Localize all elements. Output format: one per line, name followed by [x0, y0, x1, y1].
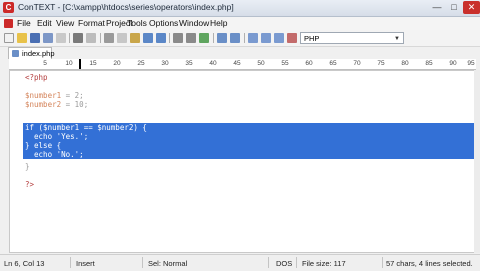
print-preview-icon[interactable]: [86, 33, 96, 43]
menu-view[interactable]: View: [56, 18, 74, 28]
menu-file[interactable]: File: [17, 18, 31, 28]
vertical-scrollbar[interactable]: [474, 70, 480, 253]
status-selection-mode: Sel: Normal: [148, 259, 188, 268]
tab-index-php[interactable]: index.php: [8, 47, 55, 59]
highlighter-value: PHP: [304, 34, 320, 43]
menu-edit[interactable]: Edit: [37, 18, 52, 28]
code-variable: $number2: [25, 100, 62, 109]
status-separator: [382, 257, 383, 268]
ruler-mark: 75: [377, 60, 385, 67]
minimize-button[interactable]: —: [429, 1, 445, 14]
undo-icon[interactable]: [143, 33, 153, 43]
chevron-down-icon[interactable]: ▼: [394, 33, 400, 45]
ruler-caret: [79, 59, 81, 69]
code-variable: $number1: [25, 91, 62, 100]
code-line-7: echo 'Yes.';: [25, 132, 89, 141]
status-line-format: DOS: [276, 259, 293, 268]
file-icon: [12, 50, 19, 57]
new-file-icon[interactable]: [4, 33, 14, 43]
ruler-mark: 90: [449, 60, 457, 67]
code-text: = 2;: [61, 91, 84, 100]
code-line-9: echo 'No.';: [25, 150, 84, 159]
status-position: Ln 6, Col 13: [4, 259, 45, 268]
user-command-2-icon[interactable]: [261, 33, 271, 43]
toolbar-separator: [244, 33, 245, 43]
title-bar: C ConTEXT - [C:\xampp\htdocs\series\oper…: [0, 0, 480, 17]
status-separator: [142, 257, 143, 268]
ruler-mark: 45: [233, 60, 241, 67]
menu-bar: File Edit View Format Project Tools Opti…: [0, 17, 480, 30]
toolbar-separator: [100, 33, 101, 43]
code-line-6: if ($number1 == $number2) {: [25, 123, 147, 132]
menu-help[interactable]: Help: [210, 18, 227, 28]
ruler-mark: 55: [281, 60, 289, 67]
tab-label: index.php: [22, 49, 55, 58]
save-icon[interactable]: [30, 33, 40, 43]
document-icon[interactable]: [4, 19, 13, 28]
ruler-mark: 80: [401, 60, 409, 67]
ruler-mark: 35: [185, 60, 193, 67]
app-icon: C: [3, 2, 14, 13]
ruler-mark: 70: [353, 60, 361, 67]
code-editor[interactable]: <?php $number1 = 2; $number2 = 10; if ($…: [9, 70, 476, 253]
code-line-3: $number1 = 2;: [25, 91, 84, 100]
ruler-mark: 20: [113, 60, 121, 67]
toolbar-separator: [169, 33, 170, 43]
replace-icon[interactable]: [199, 33, 209, 43]
user-command-3-icon[interactable]: [274, 33, 284, 43]
code-text: = 10;: [61, 100, 89, 109]
paste-icon[interactable]: [130, 33, 140, 43]
status-selected-info: 57 chars, 4 lines selected.: [386, 259, 473, 268]
user-command-icon[interactable]: [248, 33, 258, 43]
code-line-1: <?php: [25, 73, 48, 82]
print-icon[interactable]: [73, 33, 83, 43]
close-button[interactable]: ✕: [463, 1, 480, 14]
cut-icon[interactable]: [104, 33, 114, 43]
menu-window[interactable]: Window: [179, 18, 209, 28]
toolbar: PHP ▼: [0, 30, 480, 47]
status-file-size: File size: 117: [302, 259, 346, 268]
status-insert-mode: Insert: [76, 259, 95, 268]
ruler-mark: 40: [209, 60, 217, 67]
open-folder-icon[interactable]: [17, 33, 27, 43]
word-wrap-icon[interactable]: [217, 33, 227, 43]
status-separator: [296, 257, 297, 268]
toolbar-separator: [213, 33, 214, 43]
window-title: ConTEXT - [C:\xampp\htdocs\series\operat…: [18, 2, 234, 12]
ruler-mark: 95: [467, 60, 475, 67]
code-line-4: $number2 = 10;: [25, 100, 88, 109]
status-separator: [70, 257, 71, 268]
ruler-mark: 30: [161, 60, 169, 67]
ruler-mark: 10: [65, 60, 73, 67]
ruler-mark: 60: [305, 60, 313, 67]
ruler-mark: 5: [43, 60, 47, 67]
tab-bar: index.php: [0, 47, 480, 59]
menu-format[interactable]: Format: [78, 18, 105, 28]
ruler-mark: 65: [329, 60, 337, 67]
find-icon[interactable]: [173, 33, 183, 43]
find-next-icon[interactable]: [186, 33, 196, 43]
settings-icon[interactable]: [230, 33, 240, 43]
code-line-10: }: [25, 162, 30, 171]
stop-icon[interactable]: [287, 33, 297, 43]
save-all-icon[interactable]: [43, 33, 53, 43]
status-separator: [268, 257, 269, 268]
code-line-12: ?>: [25, 180, 35, 189]
ruler-mark: 25: [137, 60, 145, 67]
ruler-mark: 85: [425, 60, 433, 67]
ruler-mark: 50: [257, 60, 265, 67]
redo-icon[interactable]: [156, 33, 166, 43]
toolbar-separator: [69, 33, 70, 43]
highlighter-select[interactable]: PHP ▼: [300, 32, 404, 44]
close-file-icon[interactable]: [56, 33, 66, 43]
menu-options[interactable]: Options: [149, 18, 178, 28]
maximize-button[interactable]: □: [446, 1, 462, 14]
status-bar: Ln 6, Col 13 Insert Sel: Normal DOS File…: [0, 254, 480, 271]
ruler-mark: 15: [89, 60, 97, 67]
ruler: 5 10 15 20 25 30 35 40 45 50 55 60 65 70…: [9, 59, 476, 70]
menu-tools[interactable]: Tools: [127, 18, 147, 28]
code-line-8: } else {: [25, 141, 62, 150]
copy-icon[interactable]: [117, 33, 127, 43]
